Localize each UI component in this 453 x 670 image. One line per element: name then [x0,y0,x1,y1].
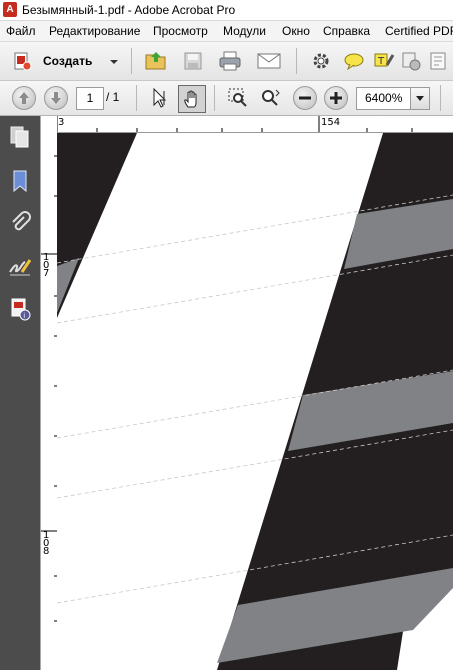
menu-window[interactable]: Окно [282,24,310,38]
bookmarks-icon[interactable] [7,168,33,194]
signatures-icon[interactable] [7,254,33,280]
svg-text:i: i [23,312,25,320]
page-number-input[interactable]: 1 [76,87,104,110]
horizontal-ruler: 3 154 [57,116,453,133]
save-icon[interactable] [180,48,206,74]
email-icon[interactable] [256,48,282,74]
form-icon[interactable] [426,48,452,74]
create-button[interactable]: Создать [10,49,118,73]
toolbar-divider [296,48,297,74]
toolbar-divider [131,48,132,74]
menu-file[interactable]: Файл [6,24,36,38]
page-artwork [57,133,453,670]
zoom-level-input[interactable]: 6400% [356,87,418,110]
document-properties-icon[interactable]: i [7,296,33,322]
menu-certified-pdf[interactable]: Certified PDF [385,24,453,38]
title-bar: A Безымянный-1.pdf - Adobe Acrobat Pro [0,0,453,21]
create-button-label: Создать [43,54,93,68]
select-tool-icon[interactable] [146,85,172,111]
comment-icon[interactable] [341,48,367,74]
minus-icon [299,96,311,100]
menu-view[interactable]: Просмотр [153,24,208,38]
horizontal-ruler-label: 3 [58,117,65,128]
highlight-text-icon[interactable]: T [371,48,397,74]
plus-icon [330,92,342,104]
main-toolbar: Создать T [0,42,453,81]
arrow-down-icon [51,92,61,104]
horizontal-ruler-label: 154 [321,117,341,128]
window-title: Безымянный-1.pdf - Adobe Acrobat Pro [22,3,236,17]
toolbar-divider [440,85,441,111]
chevron-down-icon [110,60,118,64]
menu-plugins[interactable]: Модули [223,24,266,38]
navigation-pane: i [0,116,40,670]
hand-tool-icon[interactable] [178,85,206,113]
next-page-button[interactable] [44,86,68,110]
vertical-ruler-label: 1 0 7 [43,252,50,279]
menu-help[interactable]: Справка [323,24,370,38]
menu-edit[interactable]: Редактирование [49,24,140,38]
vertical-ruler-label: 1 0 8 [43,530,50,557]
print-icon[interactable] [217,48,243,74]
page-total: / 1 [106,90,120,104]
attachments-icon[interactable] [7,210,33,236]
create-pdf-icon [14,52,32,71]
navigation-toolbar: 1 / 1 6400% [0,81,453,116]
previous-page-button[interactable] [12,86,36,110]
marquee-zoom-icon[interactable] [225,85,251,111]
svg-text:T: T [377,56,385,67]
zoom-out-button[interactable] [293,86,317,110]
gear-icon[interactable] [308,48,334,74]
zoom-in-button[interactable] [324,86,348,110]
page-thumbnails-icon[interactable] [7,124,33,150]
toolbar-divider [214,85,215,111]
zoom-dropdown-button[interactable] [410,87,430,110]
menu-bar: Файл Редактирование Просмотр Модули Окно… [0,21,453,42]
acrobat-app-icon: A [3,2,17,17]
dynamic-zoom-icon[interactable] [257,85,283,111]
open-folder-icon[interactable] [143,48,169,74]
stamp-icon[interactable] [398,48,424,74]
arrow-up-icon [19,92,29,104]
document-canvas[interactable] [57,133,453,670]
toolbar-divider [136,85,137,111]
